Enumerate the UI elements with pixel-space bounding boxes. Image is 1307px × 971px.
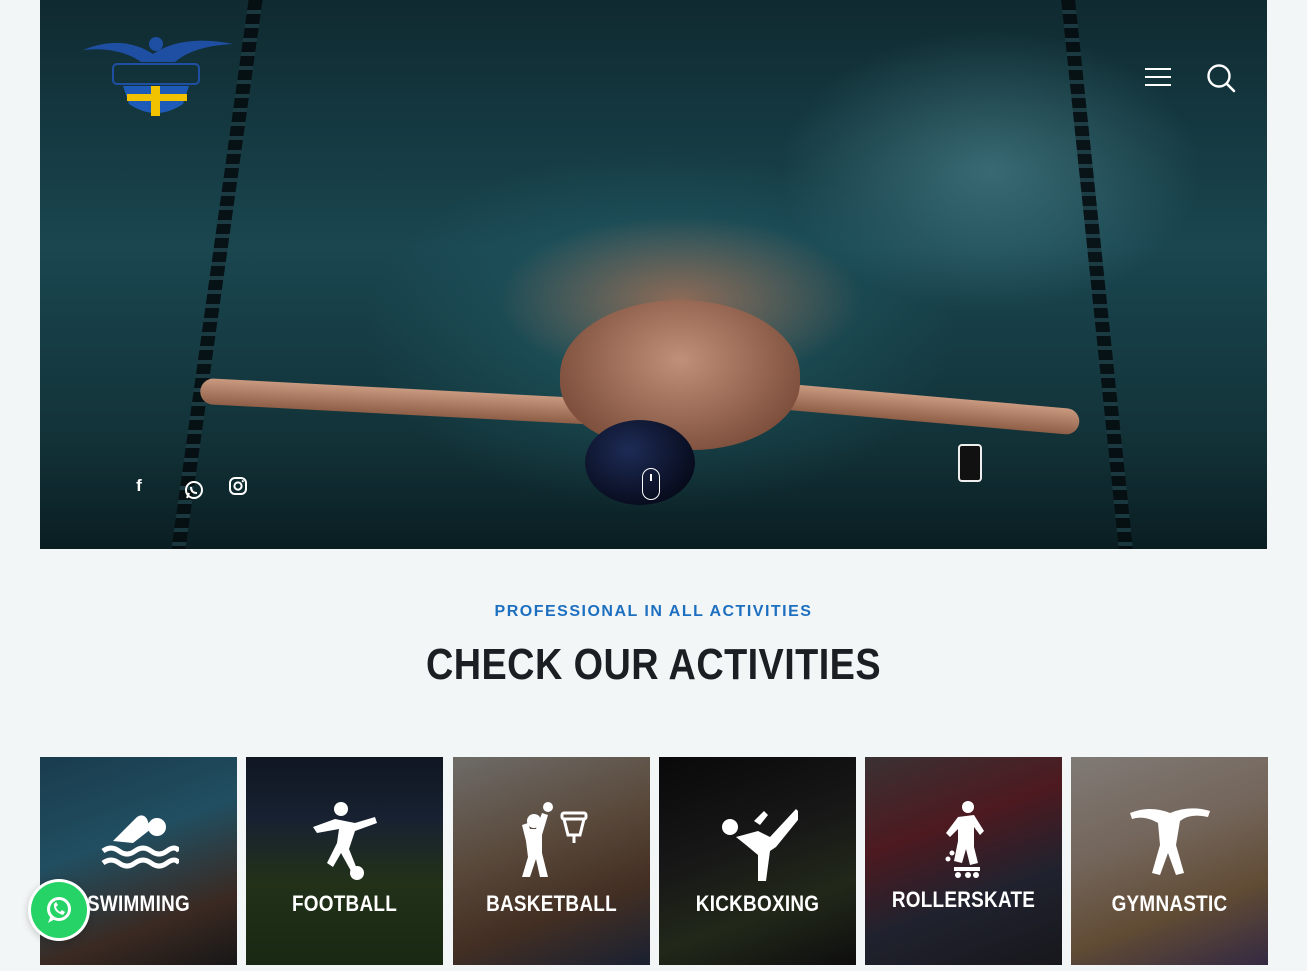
club-logo[interactable] [83,32,233,122]
activity-label: FOOTBALL [291,891,398,916]
whatsapp-icon [47,897,71,923]
rollerskater-icon [945,801,984,878]
activity-label: BASKETBALL [486,891,617,916]
lane-rope [1061,0,1133,549]
activity-card-football[interactable]: FOOTBALL [246,757,443,965]
basketball-player-icon [521,802,587,877]
facebook-glyph: f [136,476,142,495]
mouse-scroll-icon[interactable] [642,468,660,500]
activity-card-rollerskate[interactable]: ROLLERSKATE [865,757,1062,965]
activity-label: KICKBOXING [695,891,820,916]
instagram-icon[interactable] [226,474,250,498]
facebook-icon[interactable]: f [127,474,151,498]
swimmer-watch [958,444,982,482]
section-eyebrow: PROFESSIONAL IN ALL ACTIVITIES [494,603,813,620]
swimmer-back [560,300,800,450]
swimmer-cap [585,420,695,505]
activity-card-gymnastic[interactable]: GYMNASTIC [1071,757,1268,965]
football-player-icon [312,802,377,880]
kickboxer-icon [721,809,798,881]
hero-banner: f [40,0,1267,549]
swimmer-icon [101,815,179,869]
whatsapp-chat-button[interactable] [28,879,90,941]
activity-label: ROLLERSKATE [891,887,1036,912]
activity-card-basketball[interactable]: BASKETBALL [453,757,650,965]
hamburger-menu-icon[interactable] [1145,66,1173,88]
search-icon[interactable] [1205,62,1237,94]
whatsapp-icon[interactable] [182,478,206,502]
gymnast-icon [1129,808,1210,875]
whatsapp-chat-circle [31,882,87,938]
activity-label: GYMNASTIC [1111,891,1228,916]
activity-card-kickboxing[interactable]: KICKBOXING [659,757,856,965]
section-heading: CHECK OUR ACTIVITIES [426,640,881,689]
activities-grid: SWIMMING FOOTBALL BASKETBALL KICKBOXING … [40,757,1268,965]
